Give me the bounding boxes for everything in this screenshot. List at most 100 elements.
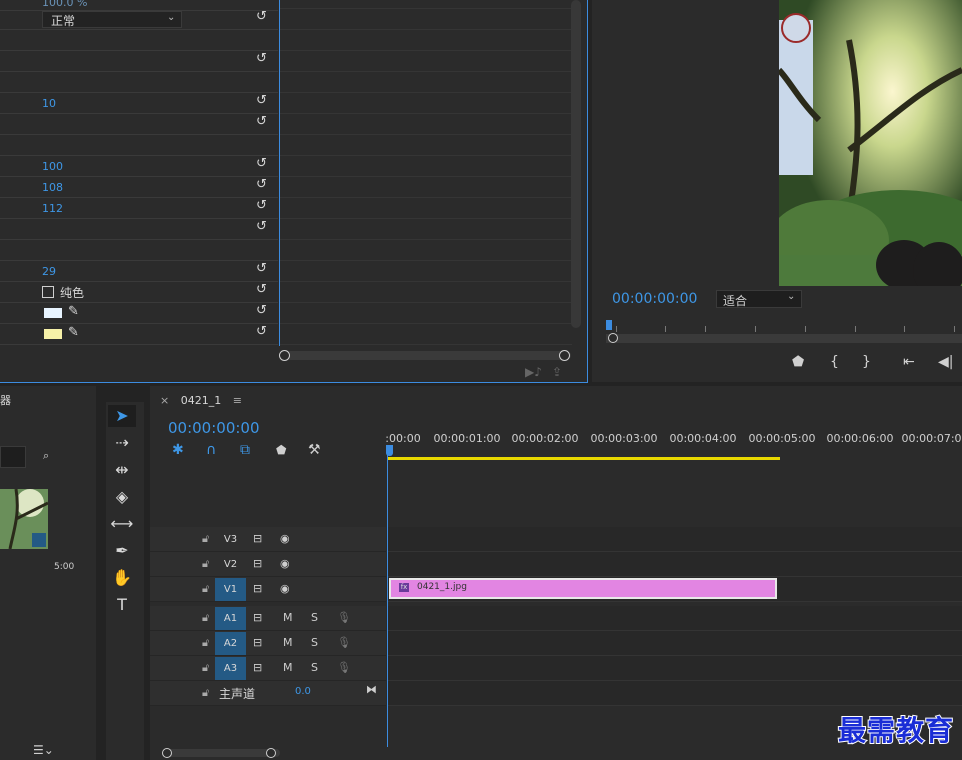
master-volume[interactable]: 0.0 (295, 686, 311, 697)
effect-timeline-area[interactable] (279, 0, 572, 346)
sync-lock-icon[interactable]: ⊟ (253, 611, 262, 624)
program-playhead[interactable] (606, 320, 612, 330)
project-item-thumbnail[interactable] (0, 489, 48, 549)
track-name[interactable]: A1 (215, 607, 246, 630)
mark-in-icon[interactable]: { (830, 354, 839, 370)
track-name[interactable]: V2 (215, 553, 246, 576)
param-value[interactable]: 100 (42, 160, 63, 173)
solid-checkbox[interactable] (42, 286, 54, 298)
linked-selection-icon[interactable]: ⧉ (240, 442, 250, 458)
zoom-handle-left[interactable] (162, 748, 172, 758)
selection-tool-icon[interactable]: ➤ (108, 405, 136, 427)
new-bin-icon[interactable]: ⌕ (43, 449, 49, 463)
eye-icon[interactable]: ◉ (280, 532, 290, 545)
mark-out-icon[interactable]: } (862, 354, 871, 370)
opacity-value[interactable]: 100.0 % (42, 0, 87, 9)
track-row-a3[interactable] (387, 656, 962, 681)
nest-icon[interactable]: ✱ (172, 442, 184, 458)
lock-icon[interactable]: 🔓︎ (202, 686, 209, 700)
eyedropper-icon[interactable]: ✎ (68, 304, 79, 319)
reset-icon[interactable]: ↺ (256, 220, 268, 233)
ripple-edit-tool-icon[interactable]: ⇹ (108, 459, 136, 481)
audio-export-icon[interactable]: ▶♪ (525, 365, 542, 379)
color-swatch[interactable] (44, 308, 62, 318)
reset-icon[interactable]: ↺ (256, 10, 268, 23)
reset-icon[interactable]: ↺ (256, 178, 268, 191)
go-to-in-icon[interactable]: ⇤ (903, 354, 915, 370)
timeline-tab[interactable]: × 0421_1 ≡ (160, 394, 242, 407)
reset-icon[interactable]: ↺ (256, 199, 268, 212)
expand-icon[interactable]: ⧓ (366, 683, 377, 696)
timeline-playhead[interactable] (386, 445, 393, 456)
param-value[interactable]: 108 (42, 181, 63, 194)
track-row-v2[interactable] (387, 552, 962, 577)
hand-tool-icon[interactable]: ✋ (108, 567, 136, 589)
eye-icon[interactable]: ◉ (280, 557, 290, 570)
sort-icon[interactable]: ☰⌄ (33, 743, 54, 757)
timeline-timecode[interactable]: 00:00:00:00 (168, 419, 260, 437)
lock-icon[interactable]: 🔓︎ (202, 557, 209, 571)
solo-button[interactable]: S (311, 611, 318, 624)
reset-icon[interactable]: ↺ (256, 304, 268, 317)
blend-mode-select[interactable]: 正常 ⌄ (42, 11, 182, 28)
work-area-bar[interactable] (387, 457, 780, 460)
mic-icon[interactable]: 🎙︎ (337, 661, 351, 674)
program-timecode[interactable]: 00:00:00:00 (612, 291, 697, 307)
reset-icon[interactable]: ↺ (256, 94, 268, 107)
wrench-icon[interactable]: ⚒ (308, 442, 321, 458)
mute-button[interactable]: M (283, 636, 293, 649)
solo-button[interactable]: S (311, 661, 318, 674)
param-value[interactable]: 112 (42, 202, 63, 215)
program-zoom-bar[interactable] (606, 333, 962, 343)
timeline-playhead-line[interactable] (387, 445, 388, 747)
track-row-master[interactable] (387, 681, 962, 706)
scroll-handle-right[interactable] (559, 350, 570, 361)
menu-icon[interactable]: ≡ (233, 394, 242, 407)
sync-lock-icon[interactable]: ⊟ (253, 636, 262, 649)
reset-icon[interactable]: ↺ (256, 283, 268, 296)
add-marker-icon[interactable]: ⬟ (792, 354, 804, 370)
reset-icon[interactable]: ↺ (256, 262, 268, 275)
mute-button[interactable]: M (283, 611, 293, 624)
mic-icon[interactable]: 🎙︎ (337, 611, 351, 624)
zoom-handle-right[interactable] (266, 748, 276, 758)
track-select-tool-icon[interactable]: ⇢ (108, 432, 136, 454)
reset-icon[interactable]: ↺ (256, 115, 268, 128)
reset-icon[interactable]: ↺ (256, 157, 268, 170)
sync-lock-icon[interactable]: ⊟ (253, 582, 262, 595)
close-icon[interactable]: × (160, 394, 169, 407)
mic-icon[interactable]: 🎙︎ (337, 636, 351, 649)
sync-lock-icon[interactable]: ⊟ (253, 557, 262, 570)
lock-icon[interactable]: 🔓︎ (202, 661, 209, 675)
export-icon[interactable]: ⇪ (552, 365, 562, 379)
track-name[interactable]: A2 (215, 632, 246, 655)
eyedropper-icon[interactable]: ✎ (68, 325, 79, 340)
timeline-clip[interactable]: fx 0421_1.jpg (389, 578, 777, 599)
track-name[interactable]: V3 (215, 528, 246, 551)
add-marker-icon[interactable]: ⬟ (276, 443, 286, 457)
fit-select[interactable]: 适合 ⌄ (716, 290, 802, 308)
type-tool-icon[interactable]: T (108, 594, 136, 616)
color-swatch[interactable] (44, 329, 62, 339)
reset-icon[interactable]: ↺ (256, 52, 268, 65)
reset-icon[interactable]: ↺ (256, 325, 268, 338)
track-row-a2[interactable] (387, 631, 962, 656)
vertical-scrollbar[interactable] (571, 0, 581, 328)
track-name[interactable]: A3 (215, 657, 246, 680)
lock-icon[interactable]: 🔓︎ (202, 636, 209, 650)
razor-tool-icon[interactable]: ◈ (108, 486, 136, 508)
pen-tool-icon[interactable]: ✒ (108, 540, 136, 562)
project-search-input[interactable] (0, 446, 26, 468)
program-ruler[interactable] (606, 318, 962, 332)
zoom-handle[interactable] (608, 333, 618, 343)
lock-icon[interactable]: 🔓︎ (202, 611, 209, 625)
sync-lock-icon[interactable]: ⊟ (253, 661, 262, 674)
step-back-icon[interactable]: ◀| (938, 354, 953, 370)
solo-button[interactable]: S (311, 636, 318, 649)
param-value[interactable]: 29 (42, 265, 56, 278)
timeline-ruler[interactable]: :00:00 00:00:01:00 00:00:02:00 00:00:03:… (385, 430, 962, 460)
slip-tool-icon[interactable]: ⟷ (108, 513, 136, 535)
snap-icon[interactable]: ∩ (206, 442, 216, 458)
horizontal-scrollbar[interactable] (279, 350, 571, 361)
project-panel-title[interactable]: 器 (0, 392, 11, 408)
